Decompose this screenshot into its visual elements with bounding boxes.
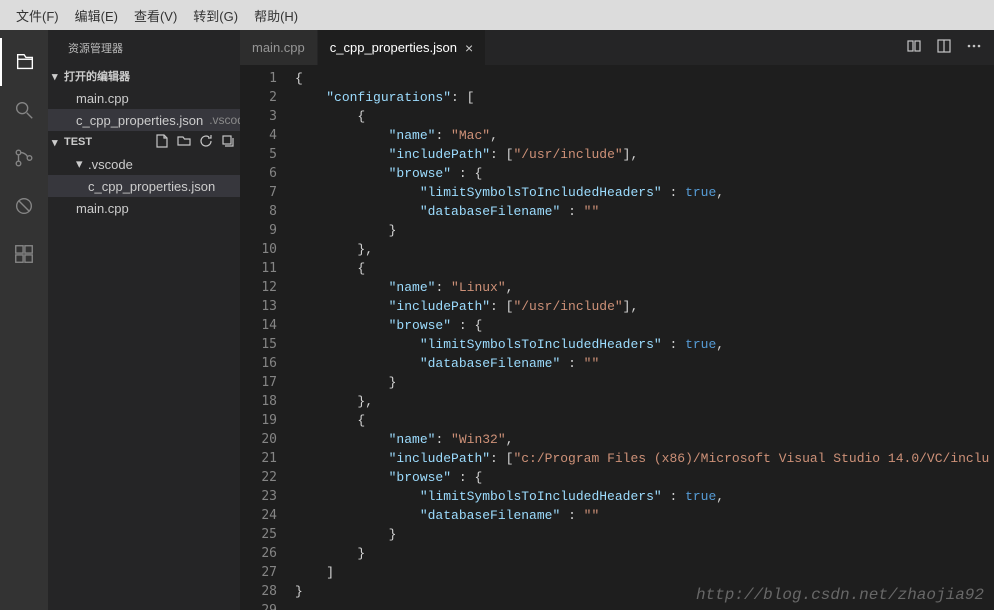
open-editor-item[interactable]: c_cpp_properties.json .vscode — [48, 109, 240, 131]
workspace-label: TEST — [64, 136, 154, 148]
extensions-icon[interactable] — [0, 230, 48, 278]
menu-help[interactable]: 帮助(H) — [246, 2, 306, 29]
editor-actions — [906, 30, 994, 65]
sidebar-title: 资源管理器 — [48, 30, 240, 65]
search-icon[interactable] — [0, 86, 48, 134]
folder-label: .vscode — [88, 157, 133, 172]
tab-c-cpp-properties[interactable]: c_cpp_properties.json × — [318, 30, 486, 65]
close-icon[interactable]: × — [465, 40, 473, 56]
chevron-down-icon: ▾ — [52, 70, 64, 83]
refresh-icon[interactable] — [198, 133, 214, 152]
tab-bar: main.cpp c_cpp_properties.json × — [240, 30, 994, 65]
new-file-icon[interactable] — [154, 133, 170, 152]
editor-area: main.cpp c_cpp_properties.json × 1234567… — [240, 30, 994, 610]
open-editors-label: 打开的编辑器 — [64, 68, 236, 84]
menu-edit[interactable]: 编辑(E) — [67, 2, 126, 29]
folder-item[interactable]: ▾ .vscode — [48, 153, 240, 175]
file-label: main.cpp — [76, 91, 129, 106]
sidebar: 资源管理器 ▾ 打开的编辑器 main.cpp c_cpp_properties… — [48, 30, 240, 610]
file-label: main.cpp — [76, 201, 129, 216]
debug-icon[interactable] — [0, 182, 48, 230]
tab-label: main.cpp — [252, 40, 305, 55]
file-label: c_cpp_properties.json — [88, 179, 215, 194]
chevron-down-icon: ▾ — [52, 136, 64, 149]
new-folder-icon[interactable] — [176, 133, 192, 152]
open-editors-header[interactable]: ▾ 打开的编辑器 — [48, 65, 240, 87]
menu-file[interactable]: 文件(F) — [8, 2, 67, 29]
open-editor-item[interactable]: main.cpp — [48, 87, 240, 109]
editor-body[interactable]: 1234567891011121314151617181920212223242… — [240, 65, 994, 610]
main-wrap: 资源管理器 ▾ 打开的编辑器 main.cpp c_cpp_properties… — [0, 30, 994, 610]
menu-view[interactable]: 查看(V) — [126, 2, 185, 29]
collapse-all-icon[interactable] — [220, 133, 236, 152]
chevron-down-icon: ▾ — [76, 156, 88, 172]
more-icon[interactable] — [966, 38, 982, 57]
code-content[interactable]: { "configurations": [ { "name": "Mac", "… — [295, 65, 994, 610]
source-control-icon[interactable] — [0, 134, 48, 182]
menu-bar: 文件(F) 编辑(E) 查看(V) 转到(G) 帮助(H) — [0, 0, 994, 30]
compare-icon[interactable] — [906, 38, 922, 57]
tab-label: c_cpp_properties.json — [330, 40, 457, 55]
watermark-text: http://blog.csdn.net/zhaojia92 — [696, 586, 984, 604]
workspace-actions — [154, 133, 236, 152]
file-item[interactable]: main.cpp — [48, 197, 240, 219]
line-number-gutter: 1234567891011121314151617181920212223242… — [240, 65, 295, 610]
menu-goto[interactable]: 转到(G) — [185, 2, 246, 29]
file-item[interactable]: c_cpp_properties.json — [48, 175, 240, 197]
activity-bar — [0, 30, 48, 610]
explorer-icon[interactable] — [0, 38, 48, 86]
split-editor-icon[interactable] — [936, 38, 952, 57]
file-label: c_cpp_properties.json — [76, 113, 203, 128]
tab-main-cpp[interactable]: main.cpp — [240, 30, 318, 65]
workspace-header[interactable]: ▾ TEST — [48, 131, 240, 153]
